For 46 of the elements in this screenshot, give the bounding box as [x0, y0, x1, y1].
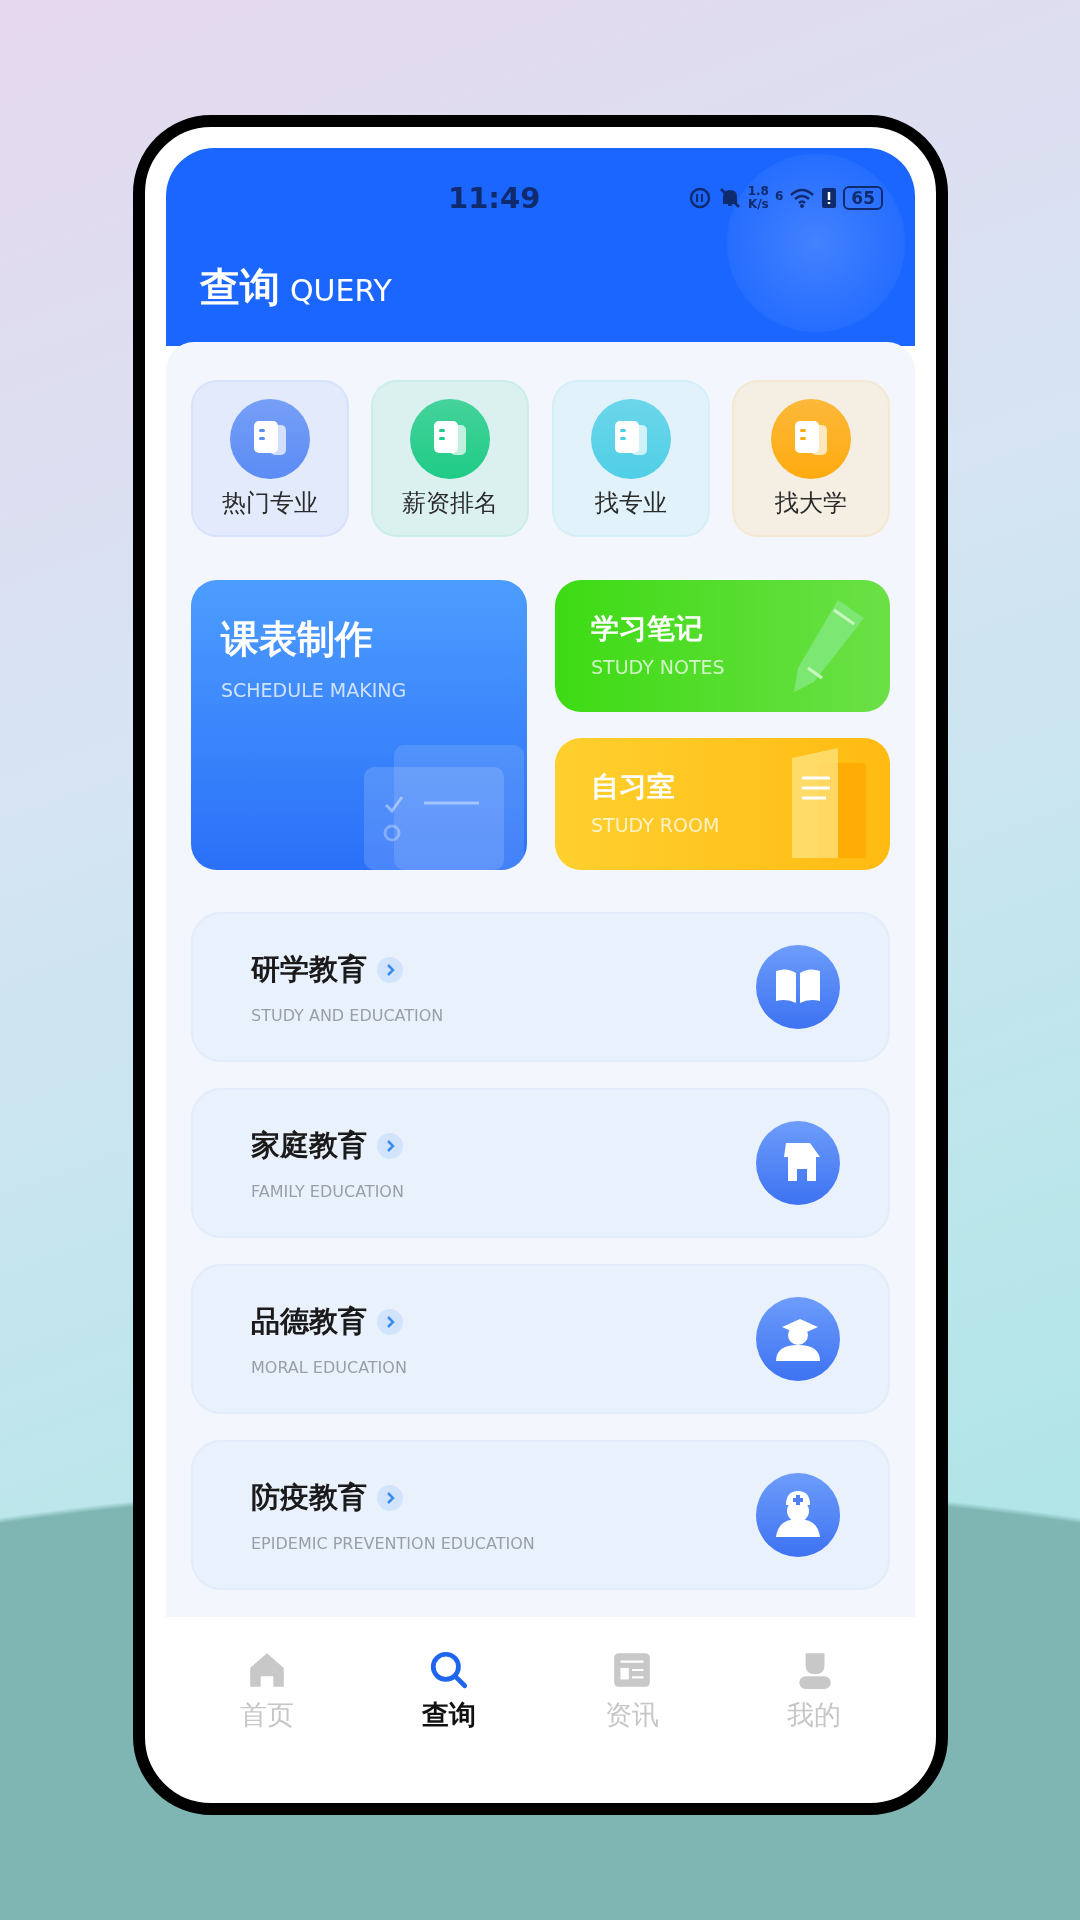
signal-label: 6: [774, 189, 784, 203]
chevron-icon: [377, 1132, 403, 1159]
card-title: 品德教育: [251, 1302, 367, 1340]
education-card[interactable]: 品德教育 MORAL EDUCATION: [191, 1264, 890, 1414]
graduate-icon: [756, 1297, 840, 1381]
chevron-icon: [377, 956, 403, 983]
card-subtitle: STUDY ROOM: [591, 814, 720, 836]
category-tile[interactable]: 找大学: [732, 380, 890, 537]
data-saver-icon: [687, 186, 712, 210]
wifi-icon: [789, 187, 816, 209]
status-time: 11:49: [448, 181, 541, 215]
document-icon: [590, 398, 671, 479]
document-icon: [230, 398, 310, 479]
card-title: 防疫教育: [251, 1478, 367, 1516]
sim-alert-icon: [821, 187, 838, 209]
education-card[interactable]: 研学教育 STUDY AND EDUCATION: [191, 912, 890, 1062]
card-title: 自习室: [591, 769, 675, 805]
education-card[interactable]: 家庭教育 FAMILY EDUCATION: [191, 1088, 890, 1238]
document-icon: [771, 398, 851, 479]
category-tile[interactable]: 薪资排名: [371, 380, 530, 537]
battery-level: 65: [843, 186, 883, 210]
card-subtitle: MORAL EDUCATION: [251, 1357, 408, 1377]
nav-tab[interactable]: 查询: [358, 1617, 541, 1782]
chevron-icon: [377, 1308, 403, 1335]
network-speed-value: 1.8: [747, 185, 769, 198]
card-subtitle: STUDY NOTES: [591, 656, 725, 678]
nurse-icon: [756, 1473, 840, 1557]
card-subtitle: STUDY AND EDUCATION: [251, 1005, 445, 1025]
category-tile[interactable]: 找专业: [551, 380, 710, 537]
document-icon: [410, 398, 491, 479]
page-title: 查询: [200, 263, 280, 312]
chevron-icon: [377, 1484, 403, 1511]
book-icon: [756, 945, 840, 1029]
education-card[interactable]: 防疫教育 EPIDEMIC PREVENTION EDUCATION: [191, 1440, 890, 1590]
card-title: 家庭教育: [251, 1126, 367, 1164]
card-subtitle: SCHEDULE MAKING: [221, 679, 407, 701]
house-icon: [756, 1121, 840, 1205]
card-title: 学习笔记: [591, 611, 703, 647]
card-subtitle: EPIDEMIC PREVENTION EDUCATION: [251, 1533, 536, 1553]
card-title: 研学教育: [251, 950, 367, 988]
category-tile[interactable]: 热门专业: [191, 380, 349, 537]
card-title: 课表制作: [221, 616, 373, 663]
network-speed-unit: K/s: [747, 198, 769, 211]
page-subtitle: QUERY: [290, 273, 392, 308]
card-subtitle: FAMILY EDUCATION: [251, 1181, 405, 1201]
mute-bell-icon: [717, 186, 742, 210]
